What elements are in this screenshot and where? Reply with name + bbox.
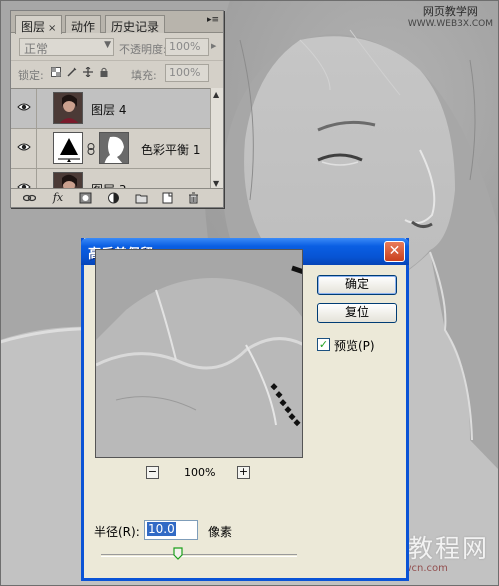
- tab-actions[interactable]: 动作: [65, 15, 102, 34]
- layer-name: 色彩平衡 1: [141, 143, 201, 157]
- zoom-in-button[interactable]: +: [237, 466, 250, 479]
- lock-row: 锁定: 填充: 100%: [11, 60, 223, 84]
- adjustment-icon[interactable]: [107, 192, 120, 204]
- fill-input[interactable]: 100%: [165, 64, 209, 82]
- mask-icon[interactable]: [79, 192, 92, 204]
- ok-button[interactable]: 确定: [317, 275, 397, 295]
- blend-row: 正常 ▼ 不透明度: 100% ▶: [11, 33, 223, 60]
- folder-icon[interactable]: [135, 192, 148, 204]
- lock-label: 锁定:: [18, 69, 44, 82]
- radius-slider-thumb[interactable]: [173, 547, 183, 560]
- layers-scrollbar[interactable]: ▲ ▼: [210, 88, 223, 190]
- tab-history-label: 历史记录: [111, 20, 160, 34]
- filter-preview[interactable]: [95, 249, 303, 458]
- visibility-toggle[interactable]: [11, 129, 37, 169]
- preview-checkbox-label[interactable]: 预览(P): [334, 337, 375, 354]
- new-layer-icon[interactable]: [161, 192, 174, 204]
- scroll-down-icon[interactable]: ▼: [213, 179, 219, 188]
- tab-layers-label: 图层: [21, 20, 46, 34]
- radius-input[interactable]: 10.0: [144, 520, 198, 540]
- scroll-up-icon[interactable]: ▲: [213, 90, 219, 99]
- radius-value: 10.0: [147, 522, 176, 536]
- visibility-toggle[interactable]: [11, 169, 37, 190]
- eye-icon: [17, 143, 31, 151]
- blend-mode-select[interactable]: 正常 ▼: [19, 38, 114, 56]
- layers-list: 图层 4 色彩平衡 1 图层 3: [11, 88, 211, 190]
- layer-name: 图层 4: [91, 103, 127, 117]
- blend-mode-value: 正常: [24, 42, 49, 56]
- close-button[interactable]: ✕: [384, 241, 405, 262]
- layer-row[interactable]: 图层 4: [11, 89, 211, 129]
- watermark-top-text: 网页教学网: [422, 5, 478, 18]
- tab-history[interactable]: 历史记录: [105, 15, 166, 34]
- visibility-toggle[interactable]: [11, 89, 37, 129]
- opacity-input[interactable]: 100%: [165, 38, 209, 56]
- opacity-arrow-icon[interactable]: ▶: [211, 42, 216, 50]
- radius-slider-track[interactable]: [101, 554, 297, 557]
- watermark-top-url: WWW.WEB3X.COM: [407, 19, 493, 29]
- reset-button[interactable]: 复位: [317, 303, 397, 323]
- layer-row[interactable]: 色彩平衡 1: [11, 129, 211, 169]
- tab-actions-label: 动作: [71, 20, 96, 34]
- adjustment-thumbnail: [53, 132, 83, 164]
- eye-icon: [17, 103, 31, 111]
- panel-footer: fx: [11, 188, 223, 207]
- tab-layers[interactable]: 图层 ×: [15, 15, 63, 34]
- opacity-label: 不透明度:: [119, 43, 167, 56]
- zoom-controls: − 100% +: [146, 466, 250, 480]
- lock-pixels-icon[interactable]: [67, 67, 77, 77]
- panel-menu-icon[interactable]: ▸≡: [207, 15, 219, 25]
- trash-icon[interactable]: [187, 192, 200, 204]
- fill-label: 填充:: [131, 69, 157, 82]
- lock-transparency-icon[interactable]: [51, 67, 61, 77]
- preview-checkbox[interactable]: ✓: [317, 338, 330, 351]
- unit-label: 像素: [208, 525, 233, 539]
- fx-icon[interactable]: fx: [49, 192, 67, 204]
- radius-label: 半径(R):: [94, 525, 140, 539]
- chevron-down-icon: ▼: [104, 40, 111, 50]
- layer-row[interactable]: 图层 3: [11, 169, 211, 190]
- link-icon[interactable]: [23, 192, 36, 204]
- watermark-top: 网页教学网 WWW.WEB3X.COM: [408, 6, 493, 30]
- high-pass-dialog: 高反差保留 ✕ − 100% + 确定 复位 ✓ 预览(P): [81, 238, 409, 581]
- panel-tabbar: 图层 × 动作 历史记录 ▸≡: [11, 11, 223, 34]
- preview-image: [96, 250, 302, 457]
- zoom-level: 100%: [184, 466, 216, 479]
- chain-link-icon[interactable]: [87, 143, 95, 155]
- lock-all-icon[interactable]: [99, 67, 109, 77]
- lock-position-icon[interactable]: [83, 67, 93, 77]
- mask-thumbnail: [99, 132, 129, 164]
- layer-thumbnail: [53, 92, 83, 124]
- layers-panel: 图层 × 动作 历史记录 ▸≡ 正常 ▼ 不透明度: 100% ▶ 锁定: 填充:…: [10, 10, 224, 208]
- zoom-out-button[interactable]: −: [146, 466, 159, 479]
